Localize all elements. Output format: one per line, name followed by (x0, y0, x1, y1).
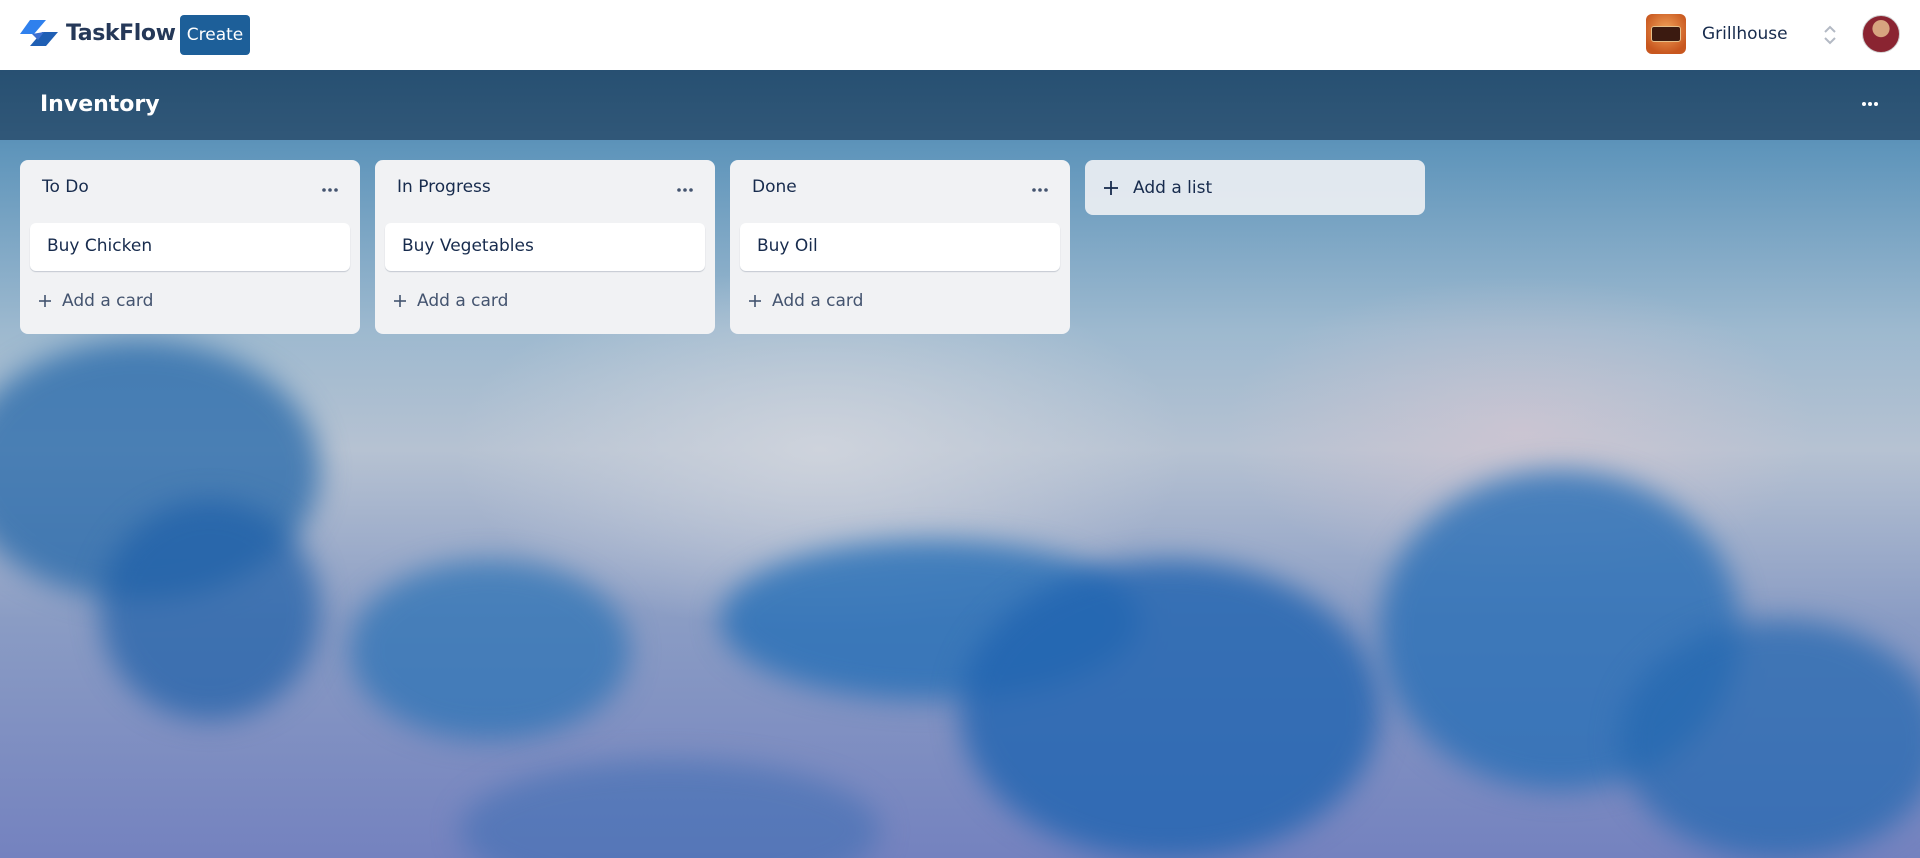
add-list-button[interactable]: Add a list (1085, 160, 1425, 215)
plus-icon (749, 295, 761, 307)
workspace-logo-icon (1646, 14, 1686, 54)
add-list-label: Add a list (1133, 177, 1213, 198)
board-menu-button[interactable] (1856, 92, 1884, 116)
list-title[interactable]: In Progress (397, 177, 491, 197)
card-title: Buy Vegetables (402, 236, 534, 256)
more-horizontal-icon (677, 188, 693, 192)
add-card-button[interactable]: Add a card (393, 288, 508, 314)
add-card-label: Add a card (772, 291, 864, 311)
card-title: Buy Oil (757, 236, 818, 256)
create-button[interactable]: Create (180, 15, 250, 55)
taskflow-logo-icon (20, 20, 58, 46)
add-card-button[interactable]: Add a card (748, 288, 863, 314)
add-card-label: Add a card (417, 291, 509, 311)
list-title[interactable]: To Do (42, 177, 89, 197)
more-horizontal-icon (1032, 188, 1048, 192)
workspace-switcher[interactable]: Grillhouse (1646, 14, 1788, 54)
list-menu-button[interactable] (318, 182, 342, 198)
card[interactable]: Buy Vegetables (385, 223, 705, 271)
list-in-progress: In Progress Buy Vegetables Add a card (375, 160, 715, 334)
card-title: Buy Chicken (47, 236, 153, 256)
card[interactable]: Buy Chicken (30, 223, 350, 271)
list-menu-button[interactable] (673, 182, 697, 198)
app-name: TaskFlow (66, 20, 176, 46)
list-to-do: To Do Buy Chicken Add a card (20, 160, 360, 334)
card[interactable]: Buy Oil (740, 223, 1060, 271)
more-horizontal-icon (1862, 102, 1878, 106)
list-title[interactable]: Done (752, 177, 797, 197)
add-card-button[interactable]: Add a card (38, 288, 153, 314)
workspace-name: Grillhouse (1702, 24, 1788, 44)
more-horizontal-icon (322, 188, 338, 192)
plus-icon (1104, 180, 1118, 195)
board-title[interactable]: Inventory (40, 92, 160, 117)
board-header: Inventory (0, 70, 1920, 140)
brand-home-link[interactable]: TaskFlow (20, 18, 176, 48)
list-menu-button[interactable] (1028, 182, 1052, 198)
plus-icon (39, 295, 51, 307)
user-avatar[interactable] (1862, 15, 1900, 53)
plus-icon (394, 295, 406, 307)
add-card-label: Add a card (62, 291, 154, 311)
list-done: Done Buy Oil Add a card (730, 160, 1070, 334)
top-navigation: TaskFlow Create Grillhouse (0, 0, 1920, 70)
chevron-updown-icon[interactable] (1822, 22, 1838, 48)
